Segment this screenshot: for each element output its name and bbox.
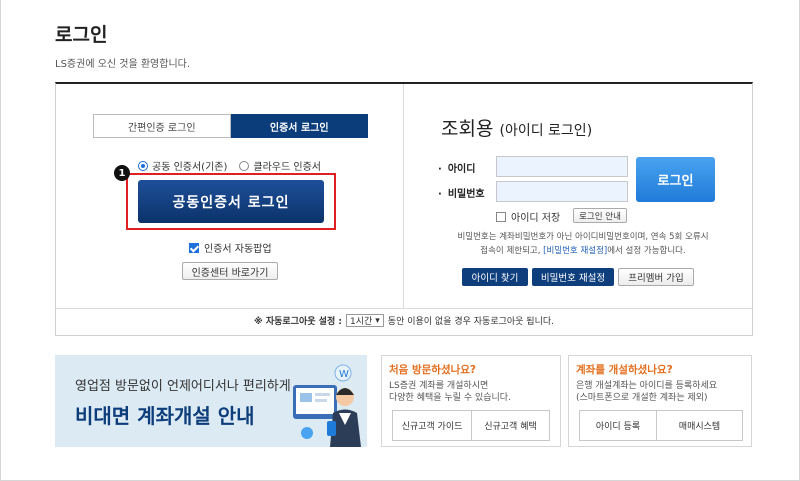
radio-selected-icon[interactable] (138, 160, 148, 171)
have-account-box: 계좌를 개설하셨나요? 은행 개설계좌는 아이디를 등록하세요 (스마트폰으로 … (568, 355, 752, 447)
page-title: 로그인 (55, 24, 108, 46)
person-with-phone-illustration: W (293, 364, 361, 447)
auto-logout-select[interactable]: 1시간 ▾ (345, 314, 384, 327)
password-label: 비밀번호 (438, 185, 485, 200)
first-visit-desc-2: 다양한 혜택을 누릴 수 있습니다. (389, 393, 511, 403)
auto-logout-selected: 1시간 (349, 317, 373, 327)
new-customer-guide-button[interactable]: 신규고객 가이드 (392, 410, 472, 441)
reset-password-button[interactable]: 비밀번호 재설정 (532, 268, 614, 286)
tab-cert-login[interactable]: 인증서 로그인 (230, 114, 368, 138)
chevron-down-icon: ▾ (375, 315, 380, 326)
trading-system-button[interactable]: 매매시스템 (657, 410, 743, 441)
radio-joint-cert-label: 공동 인증서(기존) (152, 162, 228, 173)
login-info-button[interactable]: 로그인 안내 (573, 208, 627, 223)
have-account-desc-1: 은행 개설계좌는 아이디를 등록하세요 (576, 381, 718, 391)
id-input[interactable] (496, 156, 628, 177)
cert-login-button[interactable]: 공동인증서 로그인 (138, 180, 324, 223)
notice-line-1: 비밀번호는 계좌비밀번호가 아닌 아이디비밀번호이며, 연속 5회 오류시 (457, 232, 709, 242)
id-login-title: 조회용 (아이디 로그인) (441, 114, 592, 141)
radio-cloud-cert-label: 클라우드 인증서 (253, 162, 321, 173)
id-login-button[interactable]: 로그인 (636, 157, 715, 202)
auto-logout-setting: ※ 자동로그아웃 설정 : 1시간 ▾ 동안 이용이 없을 경우 자동로그아웃 … (56, 314, 752, 327)
cert-type-radios: 공동 인증서(기존) 클라우드 인증서 (138, 158, 321, 173)
password-input[interactable] (496, 181, 628, 202)
auto-logout-label: ※ 자동로그아웃 설정 : (253, 317, 342, 327)
save-id-checkbox[interactable]: 아이디 저장 (496, 209, 560, 224)
id-login-title-sub: (아이디 로그인) (499, 123, 593, 139)
cert-center-button[interactable]: 인증센터 바로가기 (182, 262, 278, 280)
id-login-title-main: 조회용 (441, 118, 494, 140)
first-visit-desc-1: LS증권 계좌를 개설하시면 (389, 381, 489, 391)
banner-line-1: 영업점 방문없이 언제어디서나 편리하게 (75, 379, 291, 394)
radio-unselected-icon[interactable] (239, 160, 250, 171)
checkbox-unchecked-icon[interactable] (496, 211, 506, 222)
non-face-account-banner[interactable]: 영업점 방문없이 언제어디서나 편리하게 비대면 계좌개설 안내 W (55, 355, 367, 447)
login-tabs: 간편인증 로그인 인증서 로그인 (93, 114, 368, 138)
first-visit-desc: LS증권 계좌를 개설하시면 다양한 혜택을 누릴 수 있습니다. (389, 380, 511, 404)
first-visit-heading: 처음 방문하셨나요? (389, 364, 477, 376)
auto-popup-label: 인증서 자동팝업 (204, 244, 272, 255)
radio-cloud-cert[interactable]: 클라우드 인증서 (239, 158, 321, 173)
checkbox-checked-icon[interactable] (189, 242, 199, 253)
notice-line-2-pre: 접속이 제한되고, (480, 246, 544, 256)
radio-joint-cert[interactable]: 공동 인증서(기존) (138, 158, 227, 173)
auto-logout-suffix: 동안 이용이 없을 경우 자동로그아웃 됩니다. (387, 317, 555, 327)
password-notice: 비밀번호는 계좌비밀번호가 아닌 아이디비밀번호이며, 연속 5회 오류시 접속… (438, 230, 728, 258)
banner-line-2: 비대면 계좌개설 안내 (75, 404, 255, 428)
horizontal-divider (56, 308, 752, 309)
tab-simple-auth[interactable]: 간편인증 로그인 (93, 114, 231, 138)
have-account-desc: 은행 개설계좌는 아이디를 등록하세요 (스마트폰으로 개설한 계좌는 제외) (576, 380, 717, 404)
save-id-label: 아이디 저장 (511, 213, 561, 224)
register-id-button[interactable]: 아이디 등록 (579, 410, 657, 441)
id-label: 아이디 (438, 160, 476, 175)
new-customer-benefit-button[interactable]: 신규고객 혜택 (472, 410, 550, 441)
find-id-button[interactable]: 아이디 찾기 (462, 268, 528, 286)
first-visit-buttons: 신규고객 가이드 신규고객 혜택 (392, 410, 550, 441)
reset-password-link[interactable]: [비밀번호 재설정] (543, 246, 607, 256)
svg-text:W: W (339, 369, 349, 380)
free-member-button[interactable]: 프리멤버 가입 (618, 268, 694, 286)
have-account-buttons: 아이디 등록 매매시스템 (579, 410, 743, 441)
first-visit-box: 처음 방문하셨나요? LS증권 계좌를 개설하시면 다양한 혜택을 누릴 수 있… (381, 355, 561, 447)
welcome-text: LS증권에 오신 것을 환영합니다. (55, 59, 191, 70)
login-box: 간편인증 로그인 인증서 로그인 공동 인증서(기존) 클라우드 인증서 1 공… (55, 82, 753, 336)
auto-popup-checkbox[interactable]: 인증서 자동팝업 (189, 240, 272, 255)
have-account-desc-2: (스마트폰으로 개설한 계좌는 제외) (576, 393, 708, 403)
notice-line-2-post: 에서 설정 가능합니다. (607, 246, 686, 256)
vertical-divider (403, 84, 404, 308)
have-account-heading: 계좌를 개설하셨나요? (576, 364, 673, 376)
step-marker: 1 (114, 165, 130, 181)
notice-line-2: 접속이 제한되고, [비밀번호 재설정]에서 설정 가능합니다. (438, 244, 728, 258)
